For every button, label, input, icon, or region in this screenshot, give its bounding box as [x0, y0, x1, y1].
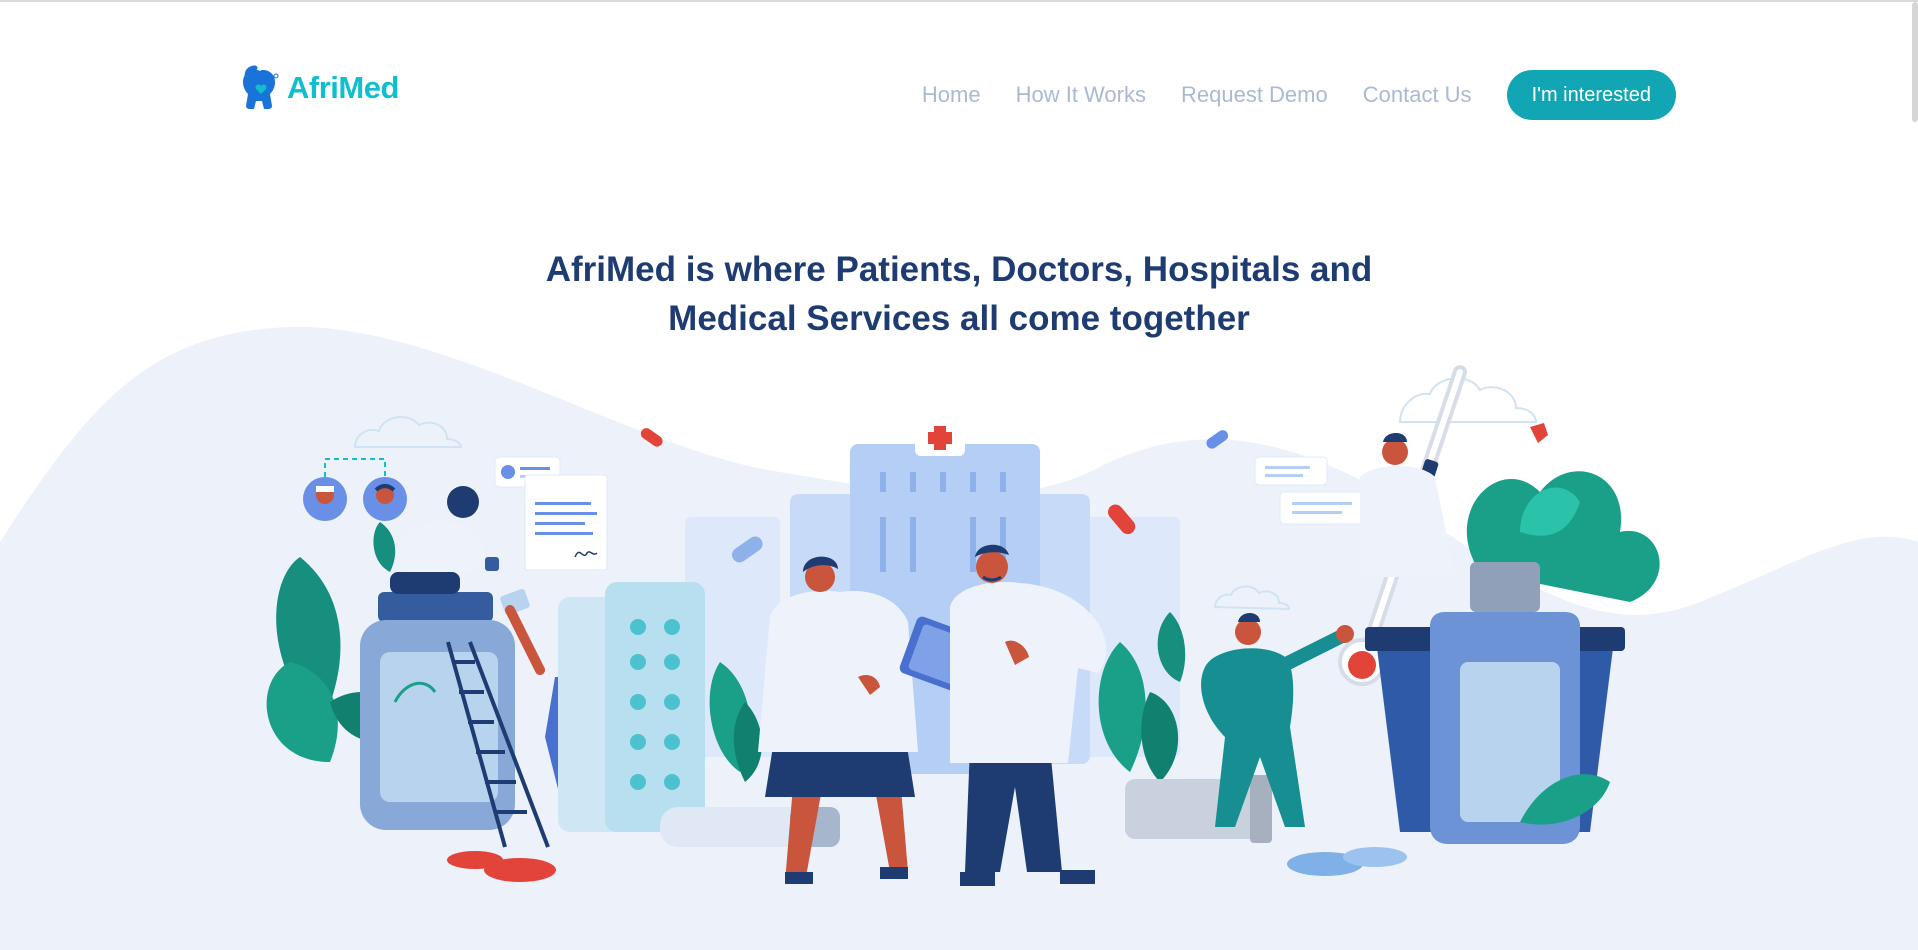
hero-title-line-1: AfriMed is where Patients, Doctors, Hosp… — [545, 250, 1373, 290]
prescription-document — [524, 474, 608, 571]
main-nav: Home How It Works Request Demo Contact U… — [887, 70, 1676, 120]
elephant-heart-icon — [243, 65, 279, 109]
canister-on-floor — [1125, 775, 1272, 843]
nav-link-how-it-works[interactable]: How It Works — [1016, 82, 1146, 108]
pill-blister-packs — [558, 582, 705, 832]
brand-logo[interactable]: AfriMed — [241, 64, 399, 112]
hero-illustration — [0, 326, 1918, 950]
cloud-right — [1398, 377, 1538, 423]
interested-button[interactable]: I'm interested — [1506, 70, 1676, 120]
nav-link-home[interactable]: Home — [922, 82, 981, 108]
page-scrollbar[interactable] — [1912, 2, 1918, 122]
nav-link-contact-us[interactable]: Contact Us — [1363, 82, 1472, 108]
doctor-on-right — [1360, 433, 1455, 577]
nav-link-request-demo[interactable]: Request Demo — [1181, 82, 1328, 108]
brand-name: AfriMed — [287, 70, 399, 105]
